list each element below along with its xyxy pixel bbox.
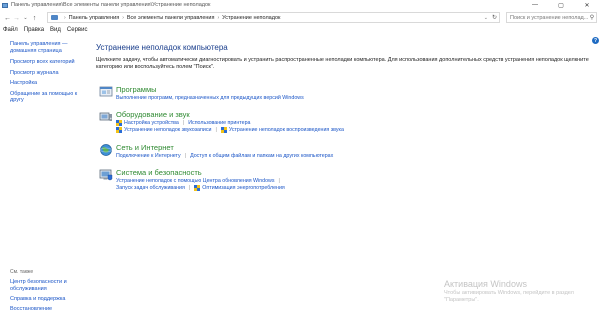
breadcrumb-chevron-icon[interactable]: › bbox=[64, 15, 66, 21]
uac-shield-icon bbox=[116, 120, 122, 126]
control-panel-folder-icon bbox=[51, 15, 58, 20]
breadcrumb-control-panel[interactable]: Панель управления bbox=[69, 15, 120, 21]
see-also-security-center[interactable]: Центр безопасности и обслуживания bbox=[10, 279, 85, 292]
sidebar-link-all-categories[interactable]: Просмотр всех категорий bbox=[10, 59, 85, 66]
divider: | bbox=[188, 185, 191, 191]
watermark-title: Активация Windows bbox=[444, 279, 527, 289]
refresh-icon[interactable]: ↻ bbox=[492, 14, 497, 21]
activation-watermark: Активация Windows Чтобы активировать Win… bbox=[444, 279, 600, 304]
sidebar-link-history[interactable]: Просмотр журнала bbox=[10, 70, 85, 77]
intro-text: Щелкните задачу, чтобы автоматически диа… bbox=[96, 57, 589, 70]
back-arrow-icon[interactable]: ← bbox=[3, 13, 12, 23]
see-also-links: Центр безопасности и обслуживания Справк… bbox=[10, 279, 85, 316]
search-input[interactable]: Поиск и устранение неполад... ⚲ bbox=[506, 12, 597, 23]
task-row: Выполнение программ, предназначенных для… bbox=[116, 95, 304, 101]
window-controls: — ▢ ✕ bbox=[522, 0, 600, 10]
main-content: Устранение неполадок компьютера Щелкните… bbox=[96, 43, 596, 71]
category-title-hardware-sound[interactable]: Оборудование и звук bbox=[116, 110, 190, 119]
divider: | bbox=[184, 153, 187, 159]
address-bar[interactable]: › Панель управления › Все элементы панел… bbox=[47, 12, 500, 23]
task-configure-device[interactable]: Настройка устройства bbox=[116, 120, 179, 126]
task-label: Устранение неполадок звукозаписи bbox=[124, 127, 212, 133]
breadcrumb-all-items[interactable]: Все элементы панели управления bbox=[127, 15, 215, 21]
task-label: Настройка устройства bbox=[124, 120, 179, 126]
task-row: Устранение неполадок с помощью Центра об… bbox=[116, 178, 284, 184]
watermark-text: Чтобы активировать Windows, перейдите в … bbox=[444, 290, 574, 303]
see-also-recovery[interactable]: Восстановление bbox=[10, 306, 85, 313]
task-connect-internet[interactable]: Подключение к Интернету bbox=[116, 153, 181, 159]
task-row: Запуск задач обслуживания | Оптимизация … bbox=[116, 185, 285, 191]
divider: | bbox=[215, 127, 217, 133]
recent-locations-chevron-icon[interactable]: ⌄ bbox=[21, 13, 30, 23]
uac-shield-icon bbox=[220, 127, 227, 133]
sidebar-link-home[interactable]: Панель управления — домашняя страница bbox=[10, 41, 85, 54]
uac-shield-icon bbox=[194, 185, 201, 191]
see-also-help-support[interactable]: Справка и поддержка bbox=[10, 296, 85, 303]
minimize-button[interactable]: — bbox=[522, 0, 548, 10]
see-also-label: См. также bbox=[10, 269, 34, 275]
menu-bar: Файл Правка Вид Сервис bbox=[0, 26, 90, 35]
task-run-old-programs[interactable]: Выполнение программ, предназначенных для… bbox=[116, 95, 304, 101]
breadcrumb-chevron-icon[interactable]: › bbox=[217, 15, 219, 21]
address-dropdown-icon[interactable]: ⌄ bbox=[484, 15, 488, 21]
menu-file[interactable]: Файл bbox=[0, 26, 21, 35]
task-row: Устранение неполадок звукозаписи | Устра… bbox=[116, 127, 344, 133]
search-placeholder: Поиск и устранение неполад... bbox=[510, 14, 588, 21]
menu-view[interactable]: Вид bbox=[47, 26, 64, 35]
up-arrow-icon[interactable]: ↑ bbox=[30, 13, 39, 23]
task-label: Оптимизация энергопотребления bbox=[202, 185, 285, 191]
category-title-system-security[interactable]: Система и безопасность bbox=[116, 168, 202, 177]
system-security-icon bbox=[99, 169, 113, 181]
sidebar: Панель управления — домашняя страница Пр… bbox=[10, 41, 85, 108]
maximize-button[interactable]: ▢ bbox=[548, 0, 574, 10]
breadcrumb-chevron-icon[interactable]: › bbox=[122, 15, 124, 21]
sidebar-link-settings[interactable]: Настройка bbox=[10, 80, 85, 87]
programs-icon bbox=[99, 86, 113, 97]
category-title-network-internet[interactable]: Сеть и Интернет bbox=[116, 143, 174, 152]
menu-edit[interactable]: Правка bbox=[21, 26, 47, 35]
breadcrumb-troubleshooting[interactable]: Устранение неполадок bbox=[222, 15, 280, 21]
category-title-programs[interactable]: Программы bbox=[116, 85, 157, 94]
task-row: Подключение к Интернету | Доступ к общим… bbox=[116, 153, 333, 159]
task-label: Устранение неполадок воспроизведения зву… bbox=[228, 127, 344, 133]
divider: | bbox=[182, 120, 185, 126]
menu-tools[interactable]: Сервис bbox=[64, 26, 91, 35]
task-shared-folders[interactable]: Доступ к общим файлам и папкам на других… bbox=[190, 153, 333, 159]
window-title: Панель управления\Все элементы панели уп… bbox=[11, 2, 211, 8]
task-row: Настройка устройства | Использование при… bbox=[116, 120, 250, 126]
search-icon[interactable]: ⚲ bbox=[588, 14, 596, 21]
task-use-printer[interactable]: Использование принтера bbox=[188, 120, 250, 126]
divider: | bbox=[278, 178, 280, 184]
uac-shield-icon bbox=[116, 127, 122, 133]
forward-arrow-icon[interactable]: → bbox=[12, 13, 21, 23]
task-audio-recording[interactable]: Устранение неполадок звукозаписи bbox=[116, 127, 211, 133]
task-power-optimization[interactable]: Оптимизация энергопотребления bbox=[194, 185, 285, 191]
sidebar-link-remote-assistance[interactable]: Обращение за помощью к другу bbox=[10, 91, 85, 104]
hardware-sound-icon bbox=[99, 112, 112, 121]
network-internet-icon bbox=[100, 144, 112, 156]
task-windows-update[interactable]: Устранение неполадок с помощью Центра об… bbox=[116, 178, 275, 184]
close-button[interactable]: ✕ bbox=[574, 0, 600, 10]
page-title: Устранение неполадок компьютера bbox=[96, 43, 228, 52]
address-row: ← → ⌄ ↑ › Панель управления › Все элемен… bbox=[0, 12, 600, 24]
task-maintenance[interactable]: Запуск задач обслуживания bbox=[116, 185, 185, 191]
title-bar: Панель управления\Все элементы панели уп… bbox=[0, 0, 600, 10]
task-audio-playback[interactable]: Устранение неполадок воспроизведения зву… bbox=[220, 127, 344, 133]
control-panel-icon bbox=[2, 2, 8, 8]
